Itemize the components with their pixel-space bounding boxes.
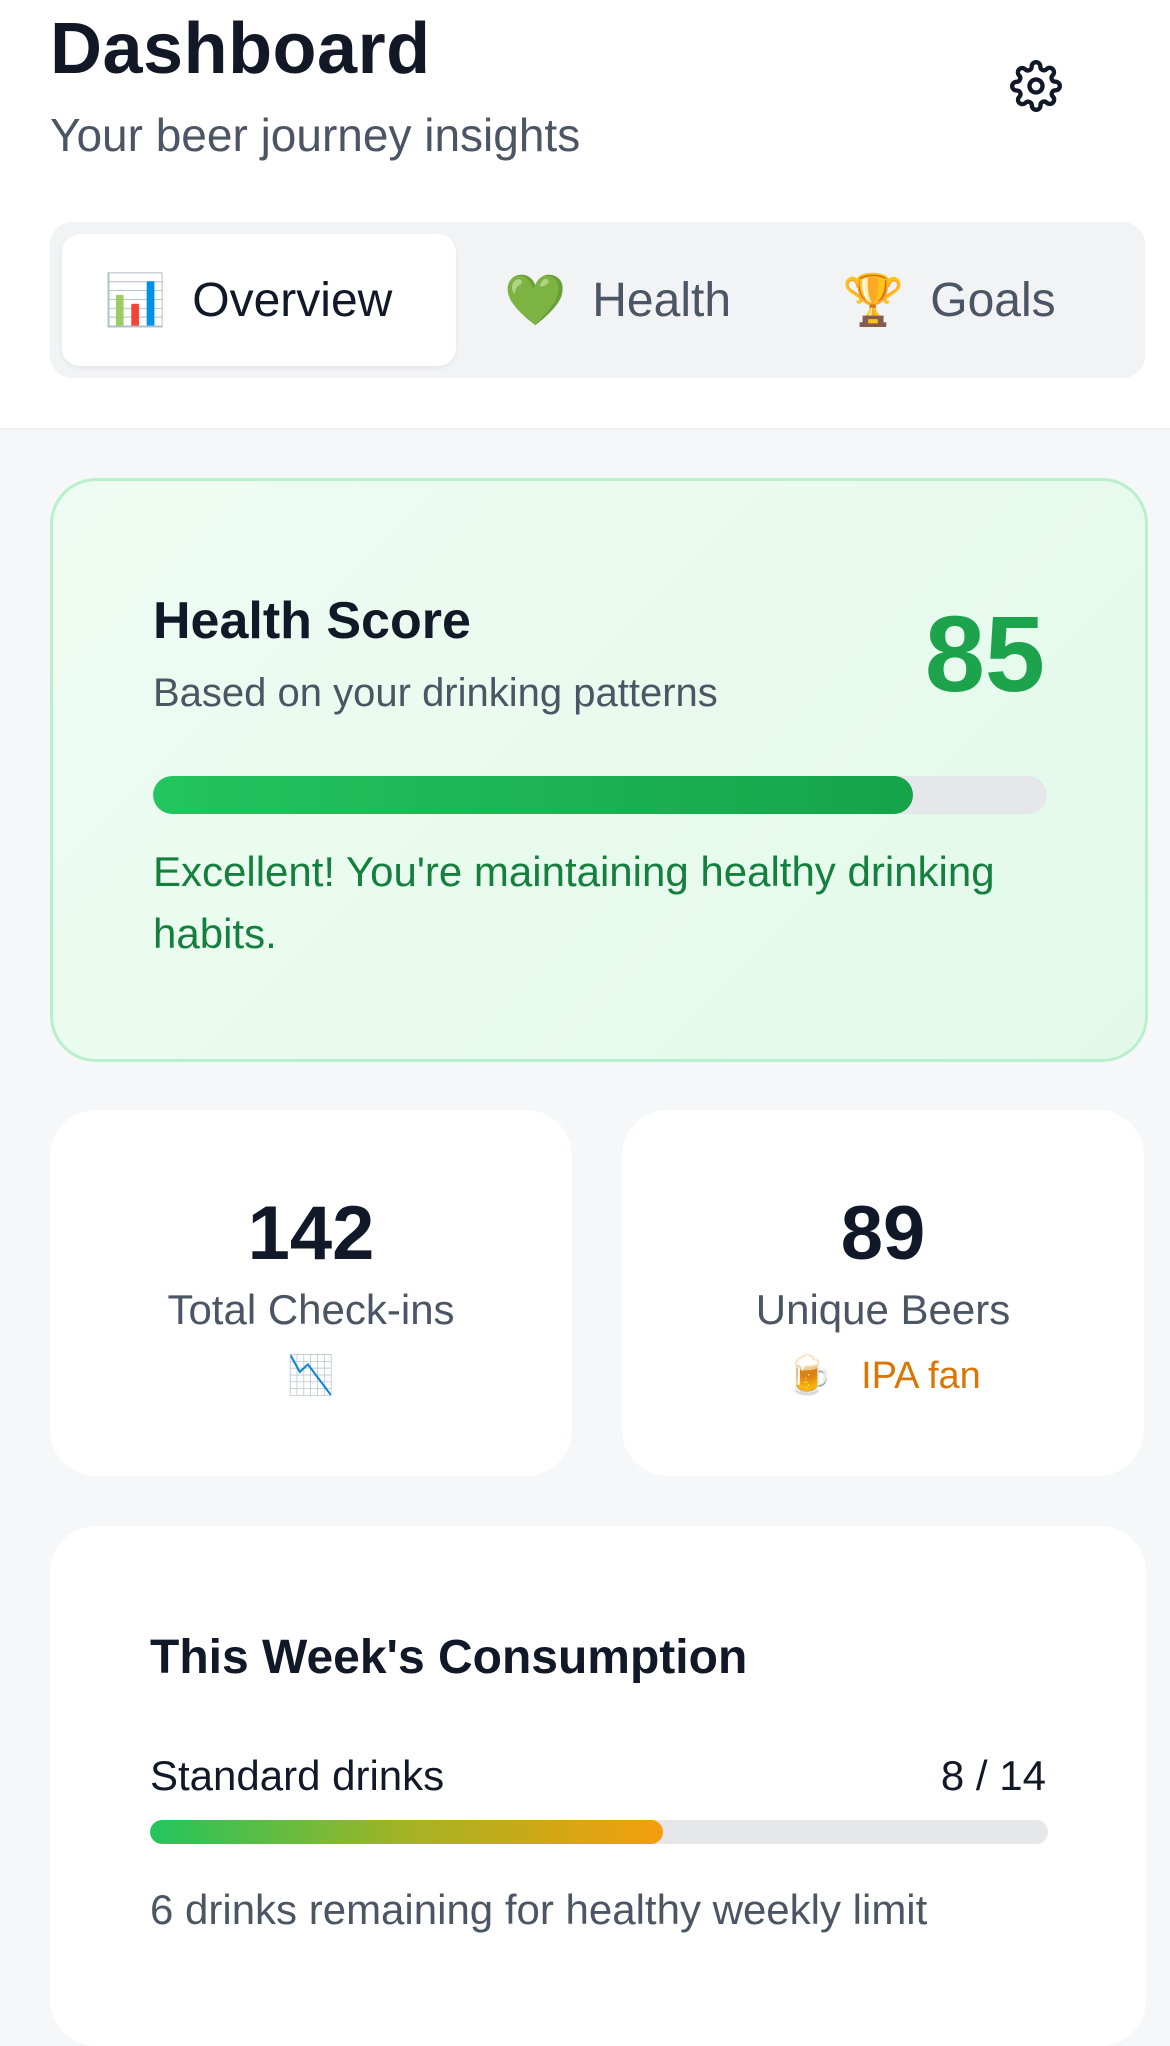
health-score-progress-fill bbox=[153, 776, 913, 814]
health-score-card: Health Score Based on your drinking patt… bbox=[50, 478, 1148, 1062]
health-score-progress-track bbox=[153, 776, 1047, 814]
green-heart-icon: 💚 bbox=[504, 271, 567, 328]
stat-value: 89 bbox=[840, 1191, 926, 1276]
page-title: Dashboard bbox=[50, 9, 431, 89]
stat-card-unique-beers[interactable]: 89 Unique Beers 🍺 IPA fan bbox=[622, 1110, 1144, 1476]
health-score-message: Excellent! You're maintaining healthy dr… bbox=[153, 848, 995, 957]
health-score-subtitle: Based on your drinking patterns bbox=[153, 671, 718, 715]
tab-goals[interactable]: 🏆 Goals bbox=[842, 234, 1142, 366]
beer-mug-icon: 🍺 bbox=[785, 1355, 833, 1397]
trophy-icon: 🏆 bbox=[842, 271, 905, 328]
gear-icon[interactable] bbox=[1006, 56, 1066, 116]
standard-drinks-value: 8 / 14 bbox=[940, 1752, 1046, 1799]
stat-value: 142 bbox=[247, 1191, 375, 1276]
weekly-progress-track bbox=[150, 1820, 1048, 1844]
weekly-consumption-card: This Week's Consumption Standard drinks … bbox=[50, 1526, 1146, 2046]
health-score-title: Health Score bbox=[153, 592, 471, 650]
tab-health[interactable]: 💚 Health bbox=[504, 234, 804, 366]
bar-chart-icon: 📊 bbox=[104, 271, 167, 328]
app-header: Dashboard Your beer journey insights 📊 O… bbox=[0, 0, 1170, 430]
trend-down-icon: 📉 bbox=[287, 1355, 335, 1397]
health-score-value: 85 bbox=[924, 593, 1045, 714]
weekly-progress-fill bbox=[150, 1820, 664, 1844]
tab-label: Overview bbox=[192, 273, 393, 327]
tab-label: Goals bbox=[930, 273, 1056, 327]
stat-card-checkins[interactable]: 142 Total Check-ins 📉 bbox=[50, 1110, 572, 1476]
stat-extra: 🍺 IPA fan bbox=[622, 1354, 1144, 1398]
tab-overview[interactable]: 📊 Overview bbox=[62, 234, 456, 366]
weekly-remaining-note: 6 drinks remaining for healthy weekly li… bbox=[150, 1886, 928, 1933]
tab-bar: 📊 Overview 💚 Health 🏆 Goals bbox=[50, 222, 1145, 378]
favorite-style-label: IPA fan bbox=[861, 1355, 981, 1397]
tab-label: Health bbox=[592, 273, 732, 327]
weekly-title: This Week's Consumption bbox=[150, 1631, 748, 1684]
stat-label: Unique Beers bbox=[755, 1286, 1011, 1333]
stat-label: Total Check-ins bbox=[167, 1286, 455, 1333]
page-subtitle: Your beer journey insights bbox=[50, 109, 581, 161]
standard-drinks-label: Standard drinks bbox=[150, 1752, 445, 1799]
